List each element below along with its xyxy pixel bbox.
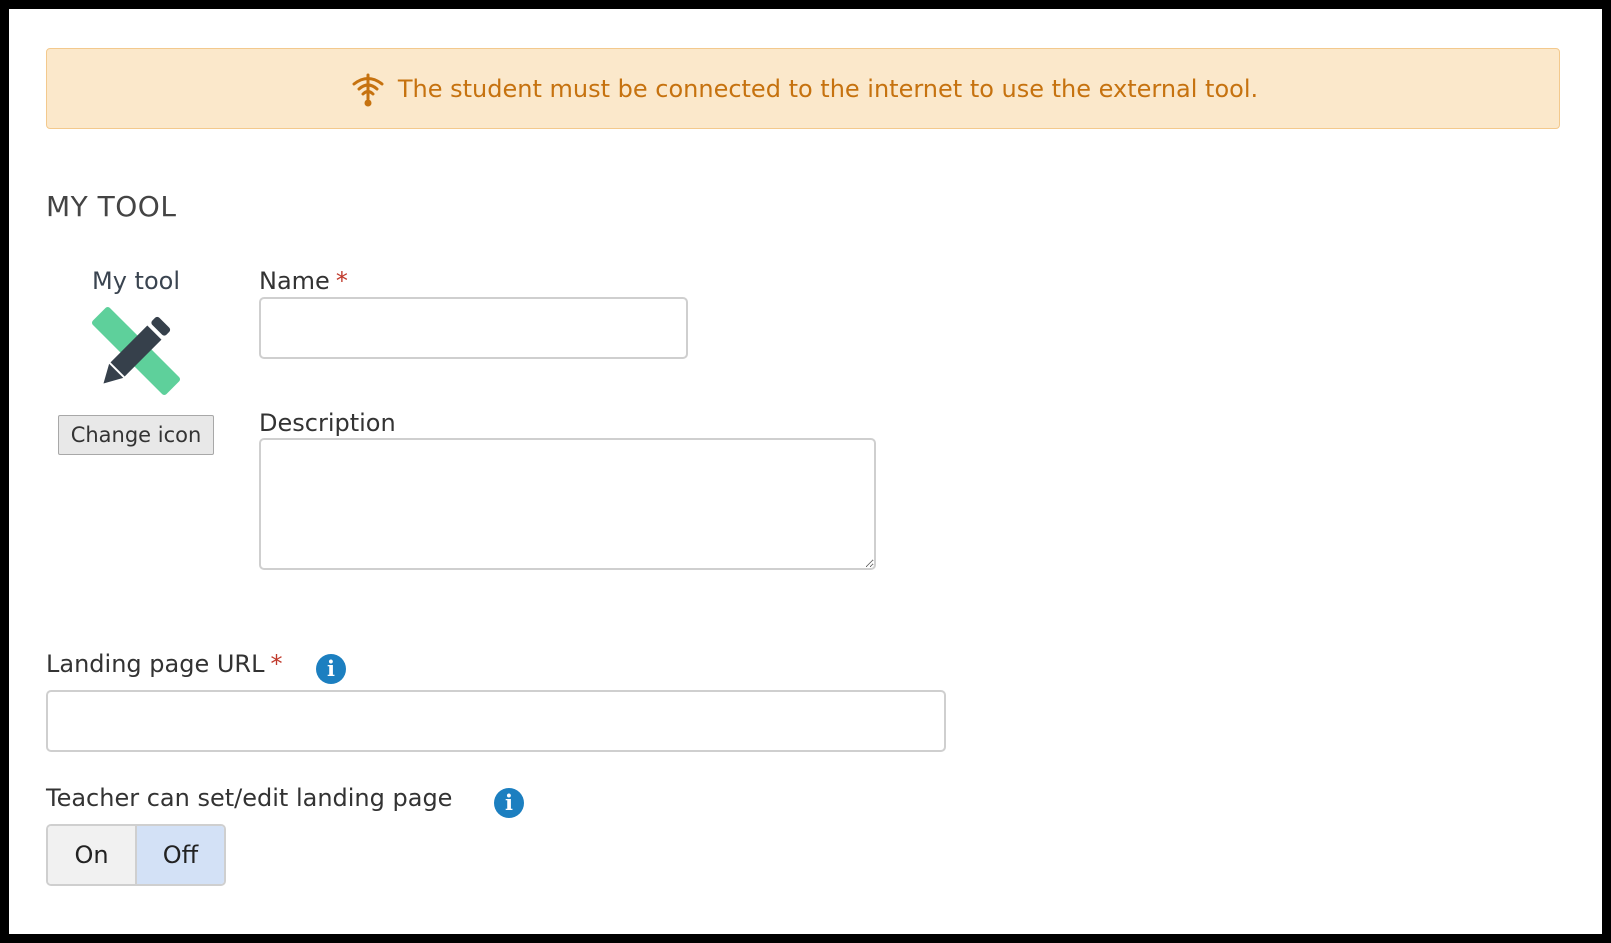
landing-url-label-text: Landing page URL bbox=[46, 650, 265, 678]
toggle-on-option[interactable]: On bbox=[48, 826, 137, 884]
name-label: Name * bbox=[259, 267, 348, 295]
required-marker: * bbox=[270, 650, 283, 678]
wifi-signal-icon bbox=[348, 69, 388, 109]
pencil-ruler-icon bbox=[91, 306, 181, 396]
name-label-text: Name bbox=[259, 267, 330, 295]
tool-icon-panel: My tool Change icon bbox=[46, 267, 226, 455]
description-textarea[interactable] bbox=[259, 438, 876, 570]
landing-url-input[interactable] bbox=[46, 690, 946, 752]
banner-text: The student must be connected to the int… bbox=[397, 74, 1259, 103]
toggle-off-option[interactable]: Off bbox=[137, 826, 224, 884]
name-input[interactable] bbox=[259, 297, 688, 359]
required-marker: * bbox=[335, 267, 348, 295]
section-title: MY TOOL bbox=[46, 190, 177, 223]
tool-name-label: My tool bbox=[92, 267, 180, 295]
description-label: Description bbox=[259, 409, 396, 437]
page: The student must be connected to the int… bbox=[9, 9, 1602, 934]
teacher-edit-label: Teacher can set/edit landing page bbox=[46, 784, 453, 812]
landing-url-info-icon[interactable]: i bbox=[316, 654, 346, 684]
landing-url-label: Landing page URL * bbox=[46, 650, 282, 678]
connectivity-warning-banner: The student must be connected to the int… bbox=[46, 48, 1560, 129]
change-icon-button[interactable]: Change icon bbox=[57, 415, 215, 455]
teacher-edit-toggle[interactable]: On Off bbox=[46, 824, 226, 886]
teacher-edit-info-icon[interactable]: i bbox=[494, 788, 524, 818]
